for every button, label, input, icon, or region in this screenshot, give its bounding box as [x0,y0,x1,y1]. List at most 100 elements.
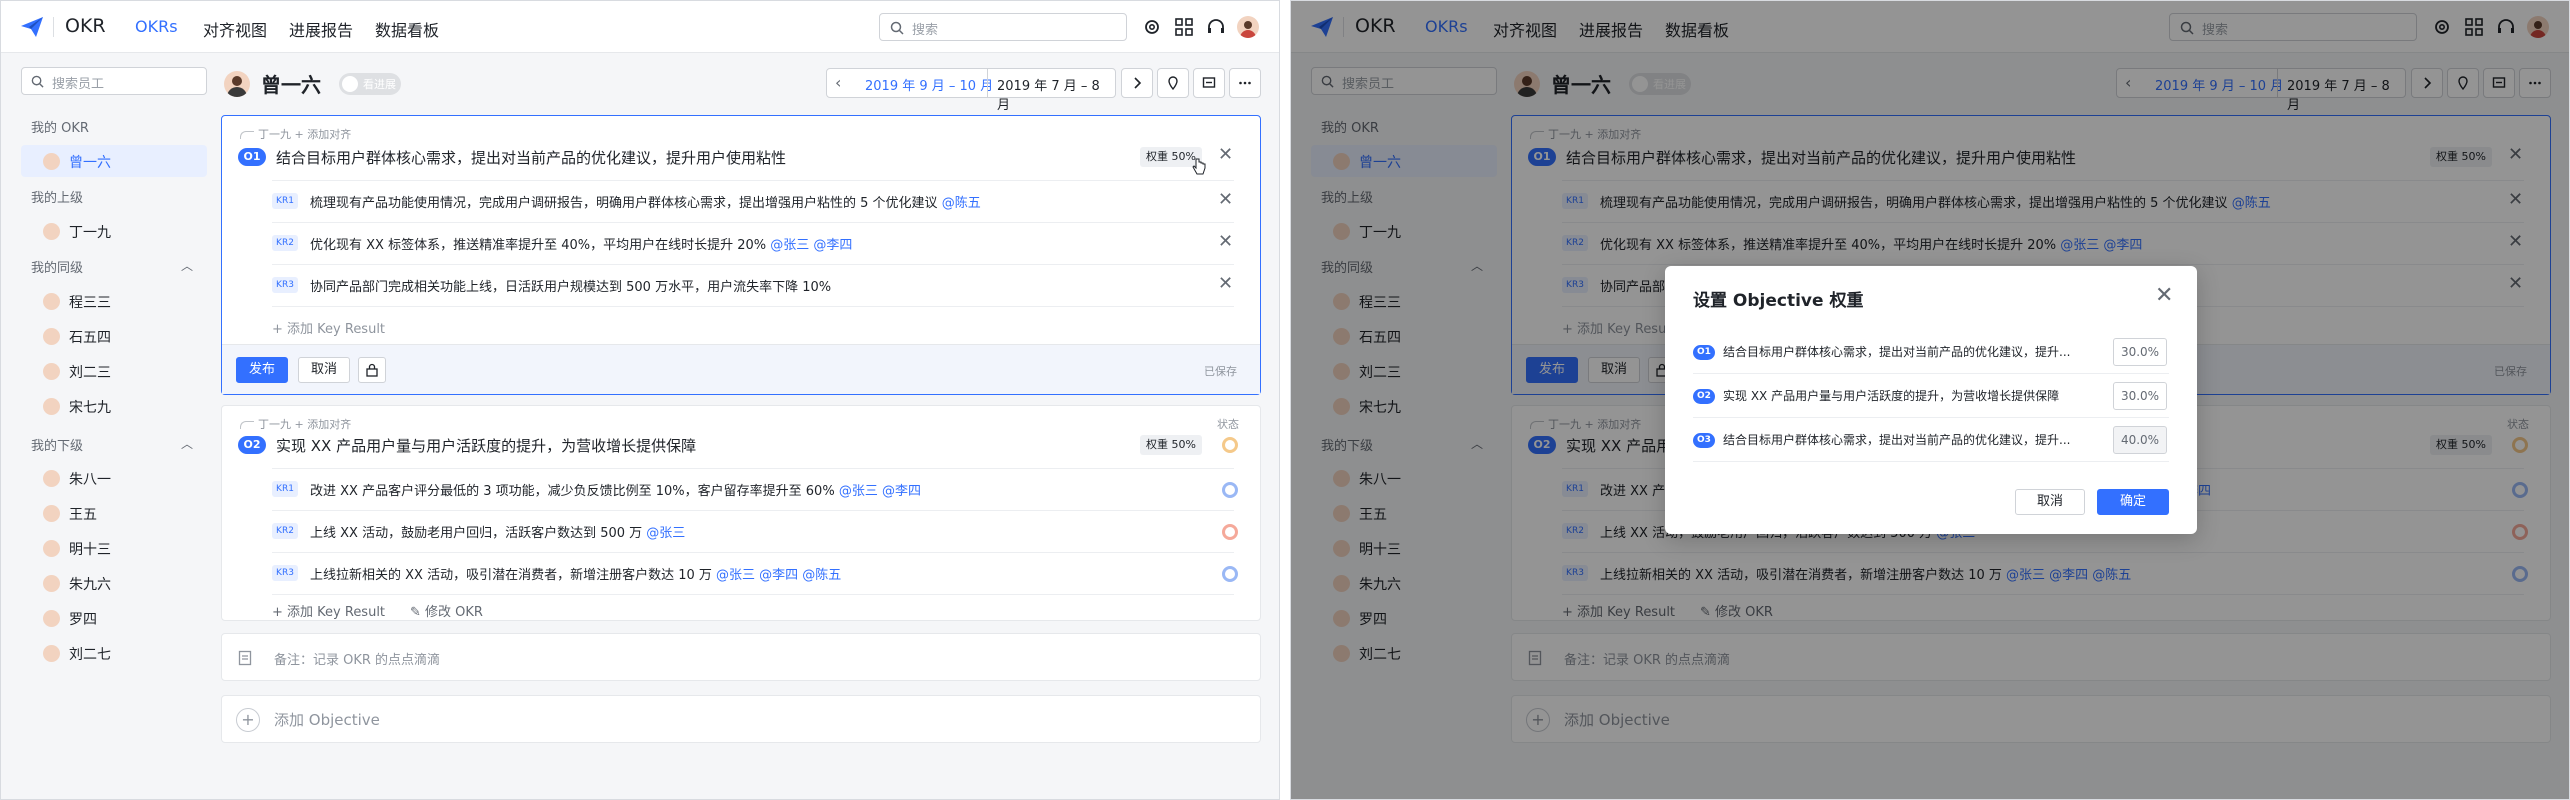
avatar [43,223,60,240]
avatar [43,645,60,662]
nav-dashboard[interactable]: 数据看板 [375,17,439,41]
kr-text[interactable]: 优化现有 XX 标签体系，推送精准率提升至 40%，平均用户在线时长提升 20%… [310,234,852,253]
kr-badge: KR1 [272,481,298,497]
kr-description: 上线 XX 活动，鼓励老用户回归，活跃客户数达到 500 万 [310,526,643,541]
sidebar-group-my-okr: 我的 OKR [31,121,89,136]
nav-okrs[interactable]: OKRs [135,17,178,36]
avatar [43,575,60,592]
sidebar-item-self[interactable]: 曾一六 [21,145,207,177]
avatar [43,293,60,310]
kr-status-indicator[interactable] [1222,482,1238,498]
kr-row: KR1 改进 XX 产品客户评分最低的 3 项功能，减少负反馈比例至 10%，客… [272,468,1238,510]
person-avatar [224,71,250,97]
sidebar-item-subordinate[interactable]: 朱九六 [21,567,207,599]
sidebar-item-subordinate[interactable]: 明十三 [21,532,207,564]
kr-text[interactable]: 改进 XX 产品客户评分最低的 3 项功能，减少负反馈比例至 10%，客户留存率… [310,480,921,499]
note-card[interactable]: 备注：记录 OKR 的点点滴滴 [221,633,1261,681]
kr-mentions[interactable]: @张三 @李四 [770,238,852,253]
sidebar-item-subordinate[interactable]: 刘二七 [21,637,207,669]
objective-card: 丁一九 + 添加对齐 状态 O2 实现 XX 产品用户量与用户活跃度的提升，为营… [221,405,1261,621]
kr-mentions[interactable]: @张三 @李四 @陈五 [716,568,841,583]
kr-status-indicator[interactable] [1222,566,1238,582]
close-icon[interactable]: ✕ [2155,283,2173,308]
kr-status-indicator[interactable] [1222,524,1238,540]
kr-text[interactable]: 协同产品部门完成相关功能上线，日活跃用户规模达到 500 万水平，用户流失率下降… [310,276,831,295]
gear-icon[interactable] [1141,16,1163,38]
search-icon [890,21,904,35]
lock-button[interactable] [358,357,386,383]
add-objective-button[interactable]: + 添加 Objective [221,695,1261,743]
weight-input[interactable]: 30.0% [2113,382,2167,410]
modal-confirm-button[interactable]: 确定 [2097,489,2169,515]
avatar [43,153,60,170]
user-avatar[interactable] [1237,16,1259,38]
close-icon[interactable]: ✕ [1218,273,1233,294]
add-kr-label: 添加 Key Result [287,605,386,620]
sidebar-item-peer[interactable]: 石五四 [21,320,207,352]
sidebar-item-peer[interactable]: 宋七九 [21,390,207,422]
chevron-up-icon[interactable]: ︿ [181,435,193,452]
sidebar-item-subordinate[interactable]: 王五 [21,497,207,529]
headset-support-icon[interactable] [1205,16,1227,38]
objective-weight-tag[interactable]: 权重 50% [1140,435,1202,455]
objective-title[interactable]: 结合目标用户群体核心需求，提出对当前产品的优化建议，提升用户使用粘性 [276,147,786,168]
close-icon[interactable]: ✕ [1218,189,1233,210]
avatar [43,540,60,557]
weight-row: O2 实现 XX 产品用户量与用户活跃度的提升，为营收增长提供保障 30.0% [1693,374,2169,418]
weight-input[interactable]: 30.0% [2113,338,2167,366]
modal-cancel-button[interactable]: 取消 [2015,489,2085,515]
sidebar-item-peer[interactable]: 刘二三 [21,355,207,387]
top-header: OKR OKRs 对齐视图 进展报告 数据看板 搜索 [1,1,1279,53]
objective-title[interactable]: 实现 XX 产品用户量与用户活跃度的提升，为营收增长提供保障 [276,435,696,456]
objective-badge: O2 [238,436,266,454]
add-alignment-link[interactable]: + 添加对齐 [295,418,352,431]
add-kr-label: 添加 Key Result [287,322,386,337]
sidebar-item-superior[interactable]: 丁一九 [21,215,207,247]
add-alignment-link[interactable]: + 添加对齐 [295,128,352,141]
publish-button[interactable]: 发布 [236,357,288,383]
more-button[interactable] [1229,68,1261,98]
sidebar-item-label: 刘二七 [69,647,111,663]
chevron-left-icon[interactable]: ‹ [835,73,841,92]
employee-search-input[interactable]: 搜索员工 [21,67,207,95]
comment-button[interactable] [1193,68,1225,98]
kr-mentions[interactable]: @张三 @李四 [839,484,921,499]
hand-pointer-cursor-icon [1192,158,1206,175]
sidebar-item-label: 丁一九 [69,225,111,241]
kr-mentions[interactable]: @陈五 [942,196,981,211]
kr-description: 改进 XX 产品客户评分最低的 3 项功能，减少负反馈比例至 10%，客户留存率… [310,484,835,499]
sidebar-item-subordinate[interactable]: 朱八一 [21,462,207,494]
add-kr-link[interactable]: + 添加 Key Result [272,318,385,337]
objective-status-indicator[interactable] [1222,437,1238,453]
next-period-button[interactable] [1121,68,1153,98]
global-search-input[interactable]: 搜索 [879,13,1127,41]
sidebar-item-peer[interactable]: 程三三 [21,285,207,317]
add-kr-row[interactable]: + 添加 Key Result [272,306,1234,342]
app-name: OKR [65,15,106,37]
apps-grid-icon[interactable] [1173,16,1195,38]
period-current[interactable]: 2019 年 9 月 – 10 月 [865,75,993,94]
period-previous[interactable]: 2019 年 7 月 – 8 月 [997,75,1115,113]
main-content: 曾一六 看进展 ‹ 2019 年 9 月 – 10 月 2019 年 7 月 –… [221,53,1261,799]
close-icon[interactable]: ✕ [1218,231,1233,252]
progress-toggle[interactable]: 看进展 [339,73,401,95]
kr-mentions[interactable]: @张三 [646,526,685,541]
nav-progress-report[interactable]: 进展报告 [289,17,353,41]
chevron-up-icon[interactable]: ︿ [181,257,193,274]
toggle-knob [342,76,358,92]
nav-alignment-view[interactable]: 对齐视图 [203,17,267,41]
location-button[interactable] [1157,68,1189,98]
kr-badge: KR3 [272,565,298,581]
cancel-button[interactable]: 取消 [298,357,350,383]
edit-okr-link[interactable]: ✎ 修改 OKR [410,601,483,620]
kr-text[interactable]: 上线 XX 活动，鼓励老用户回归，活跃客户数达到 500 万 @张三 [310,522,685,541]
close-icon[interactable]: ✕ [1218,144,1233,165]
add-kr-link[interactable]: + 添加 Key Result [272,601,385,620]
sidebar-item-label: 朱八一 [69,472,111,488]
sidebar-item-subordinate[interactable]: 罗四 [21,602,207,634]
kr-text[interactable]: 上线拉新相关的 XX 活动，吸引潜在消费者，新增注册客户数达 10 万 @张三 … [310,564,841,583]
message-box-icon [1202,77,1216,88]
alignment-row: 丁一九 + 添加对齐 [240,126,351,142]
kr-text[interactable]: 梳理现有产品功能使用情况，完成用户调研报告，明确用户群体核心需求，提出增强用户粘… [310,192,981,211]
objective-badge: O1 [238,148,266,166]
